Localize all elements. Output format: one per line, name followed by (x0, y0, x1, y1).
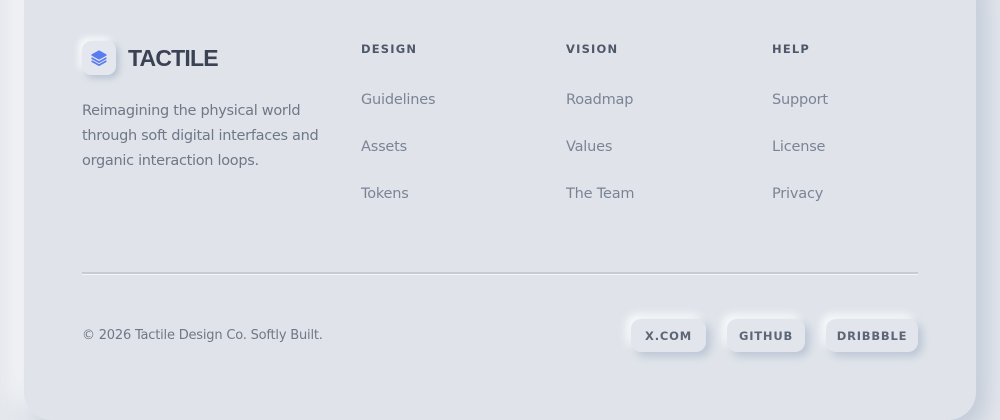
link-assets[interactable]: Assets (361, 138, 435, 157)
link-guidelines[interactable]: Guidelines (361, 91, 436, 110)
column-heading: VISION (566, 42, 619, 56)
layers-icon (82, 41, 116, 75)
link-privacy[interactable]: Privacy (772, 185, 828, 204)
footer-column-design: DESIGN Guidelines Assets Tokens (361, 42, 436, 232)
social-button-dribbble[interactable]: DRIBBBLE (826, 319, 918, 352)
link-roadmap[interactable]: Roadmap (566, 91, 634, 110)
footer-divider (82, 272, 918, 275)
link-tokens[interactable]: Tokens (361, 185, 435, 204)
link-support[interactable]: Support (772, 91, 828, 110)
social-button-github[interactable]: GITHUB (727, 319, 805, 352)
brand[interactable]: TACTILE (82, 41, 219, 75)
social-button-x[interactable]: X.COM (631, 319, 706, 352)
link-values[interactable]: Values (566, 138, 634, 157)
column-heading: DESIGN (361, 42, 418, 56)
column-heading: HELP (772, 42, 811, 56)
brand-name: TACTILE (128, 44, 219, 71)
footer-column-vision: VISION Roadmap Values The Team (566, 42, 635, 232)
copyright-text: © 2026 Tactile Design Co. Softly Built. (82, 328, 323, 343)
footer-column-help: HELP Support License Privacy (772, 42, 828, 232)
link-license[interactable]: License (772, 138, 828, 157)
brand-tagline: Reimagining the physical world through s… (82, 103, 319, 169)
link-the-team[interactable]: The Team (566, 185, 635, 204)
